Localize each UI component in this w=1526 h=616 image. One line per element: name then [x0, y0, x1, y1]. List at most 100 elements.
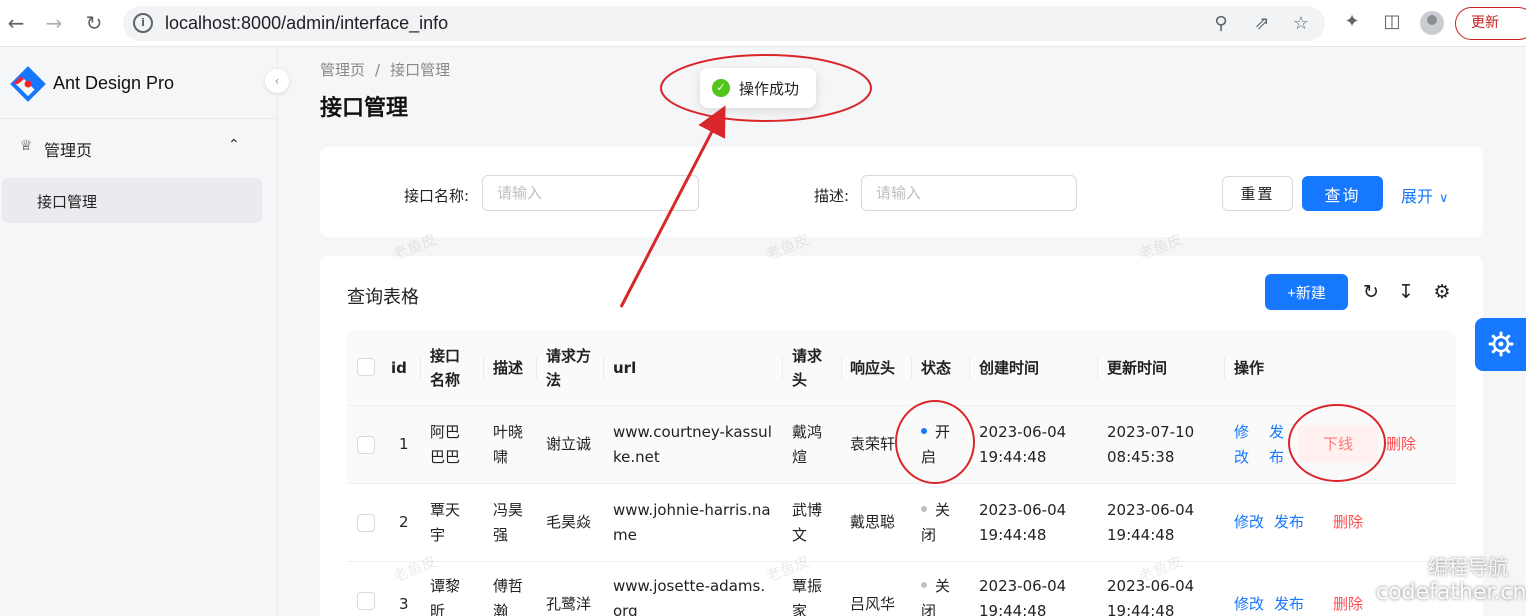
table-row: 1 阿巴巴巴 叶晓啸 谢立诚 www.courtney-kassulke.net… [347, 406, 1456, 484]
table-title: 查询表格 [347, 287, 419, 308]
floating-settings-button[interactable] [1475, 318, 1526, 371]
column-divider [1224, 356, 1225, 380]
share-icon[interactable]: ⇗ [1251, 13, 1273, 34]
header-url: url [613, 359, 637, 377]
cell-url: www.josette-adams.org [613, 577, 766, 616]
settings-gear-icon [1488, 331, 1514, 357]
forward-arrow-icon[interactable]: → [40, 9, 68, 37]
header-response-header: 响应头 [850, 359, 896, 377]
reload-icon[interactable]: ↻ [1360, 281, 1382, 303]
cell-updated-time: 2023-06-04 19:44:48 [1107, 501, 1195, 544]
table-row: 2 覃天宇 冯昊强 毛昊焱 www.johnie-harris.name 武博文… [347, 484, 1456, 562]
collapse-sidebar-button[interactable]: ‹ [265, 69, 289, 93]
settings-gear-icon[interactable]: ⚙ [1431, 281, 1453, 303]
extensions-puzzle-icon[interactable]: ✦ [1340, 11, 1364, 32]
cell-request-header: 武博文 [792, 501, 823, 544]
header-updated-time: 更新时间 [1107, 359, 1168, 377]
row-checkbox[interactable] [357, 514, 375, 532]
cell-response-header: 袁荣轩 [850, 435, 896, 453]
cell-id: 3 [399, 595, 409, 613]
check-circle-icon: ✓ [712, 79, 730, 97]
reload-icon[interactable]: ↻ [80, 9, 108, 37]
new-button[interactable]: +新建 [1265, 274, 1348, 310]
cell-updated-time: 2023-07-10 08:45:38 [1107, 423, 1195, 466]
header-request-header: 请求头 [792, 347, 823, 389]
name-filter-label: 接口名称: [404, 187, 470, 205]
profile-avatar[interactable] [1420, 11, 1444, 35]
sidebar-group-admin[interactable]: ♕ 管理页 ⌃ [0, 127, 270, 167]
browser-toolbar: ← → ↻ i localhost:8000/admin/interface_i… [0, 0, 1526, 47]
cell-status: 关闭 [921, 574, 961, 616]
header-desc: 描述 [493, 359, 524, 377]
header-method: 请求方法 [546, 347, 592, 389]
table-row: 3 谭黎昕 傅哲瀚 孔鹭洋 www.josette-adams.org 覃振家 … [347, 562, 1456, 616]
edit-link[interactable]: 修改 [1234, 510, 1264, 535]
sidebar-group-label: 管理页 [44, 141, 93, 160]
breadcrumb-separator: / [375, 61, 381, 79]
back-arrow-icon[interactable]: ← [2, 9, 30, 37]
offline-button[interactable]: 下线 [1298, 425, 1378, 463]
row-checkbox[interactable] [357, 436, 375, 454]
sidebar-item-interface-management[interactable]: 接口管理 [2, 178, 262, 223]
cell-status: 关闭 [921, 498, 961, 548]
name-filter-input[interactable] [482, 175, 699, 211]
breadcrumb: 管理页 / 接口管理 [320, 59, 450, 80]
row-checkbox[interactable] [357, 592, 375, 610]
cell-url: www.johnie-harris.name [613, 501, 771, 544]
cell-request-header: 戴鸿煊 [792, 423, 823, 466]
cell-desc: 叶晓啸 [493, 423, 524, 466]
bookmark-star-icon[interactable]: ☆ [1290, 13, 1312, 34]
corner-watermark-title: 编程导航 [1428, 555, 1508, 579]
column-divider [603, 356, 604, 380]
desc-filter-input[interactable] [861, 175, 1077, 211]
query-button[interactable]: 查询 [1302, 176, 1383, 211]
column-divider [841, 356, 842, 380]
zoom-icon[interactable]: ⚲ [1210, 13, 1232, 34]
cell-id: 2 [399, 513, 409, 531]
edit-link[interactable]: 修改 [1234, 592, 1264, 616]
delete-link[interactable]: 删除 [1333, 510, 1363, 535]
delete-link[interactable]: 删除 [1386, 432, 1416, 457]
crown-icon: ♕ [20, 138, 33, 154]
column-divider [1097, 356, 1098, 380]
chevron-up-icon: ⌃ [228, 137, 240, 153]
header-status: 状态 [921, 359, 952, 377]
app-name: Ant Design Pro [53, 73, 175, 93]
corner-watermark-url: codefather.cn [1376, 580, 1526, 605]
header-name: 接口名称 [430, 347, 461, 389]
site-info-icon[interactable]: i [133, 13, 153, 33]
address-bar[interactable]: i localhost:8000/admin/interface_info ⚲ … [123, 6, 1325, 41]
breadcrumb-current: 接口管理 [390, 61, 451, 79]
toast-message: 操作成功 [739, 80, 800, 98]
column-height-icon[interactable]: ↧ [1395, 281, 1417, 303]
sidebar: Ant Design Pro ‹ ♕ 管理页 ⌃ 接口管理 [0, 47, 289, 616]
select-all-checkbox[interactable] [357, 358, 375, 376]
search-form-card: 接口名称: 描述: 重置 查询 展开 ∨ [320, 147, 1483, 237]
publish-link[interactable]: 发布 [1274, 510, 1304, 535]
column-divider [420, 356, 421, 380]
publish-link[interactable]: 发布 [1274, 592, 1304, 616]
sidebar-item-label: 接口管理 [37, 193, 98, 211]
page-title: 接口管理 [320, 96, 409, 121]
table-card: 查询表格 +新建 ↻ ↧ ⚙ id 接口名称 描述 请求方法 url 请求头 响… [320, 256, 1483, 616]
success-toast: ✓ 操作成功 [700, 68, 816, 108]
column-divider [911, 356, 912, 380]
reset-button[interactable]: 重置 [1222, 176, 1293, 211]
breadcrumb-home[interactable]: 管理页 [320, 61, 365, 79]
table-header: id 接口名称 描述 请求方法 url 请求头 响应头 状态 创建时间 更新时间… [347, 330, 1456, 406]
side-panel-icon[interactable]: ◫ [1380, 11, 1404, 32]
cell-desc: 冯昊强 [493, 501, 524, 544]
address-url[interactable]: localhost:8000/admin/interface_info [165, 13, 448, 34]
edit-link[interactable]: 修改 [1234, 420, 1252, 470]
cell-name: 谭黎昕 [430, 577, 461, 616]
cell-status: 开启 [921, 420, 961, 470]
publish-link[interactable]: 发布 [1269, 420, 1287, 470]
browser-update-button[interactable]: 更新 [1455, 7, 1526, 40]
chevron-down-icon: ∨ [1439, 191, 1449, 206]
column-divider [536, 356, 537, 380]
expand-toggle[interactable]: 展开 ∨ [1401, 183, 1449, 207]
cell-request-header: 覃振家 [792, 577, 823, 616]
cell-created-time: 2023-06-04 19:44:48 [979, 501, 1067, 544]
cell-method: 谢立诚 [546, 435, 592, 453]
delete-link[interactable]: 删除 [1333, 592, 1363, 616]
